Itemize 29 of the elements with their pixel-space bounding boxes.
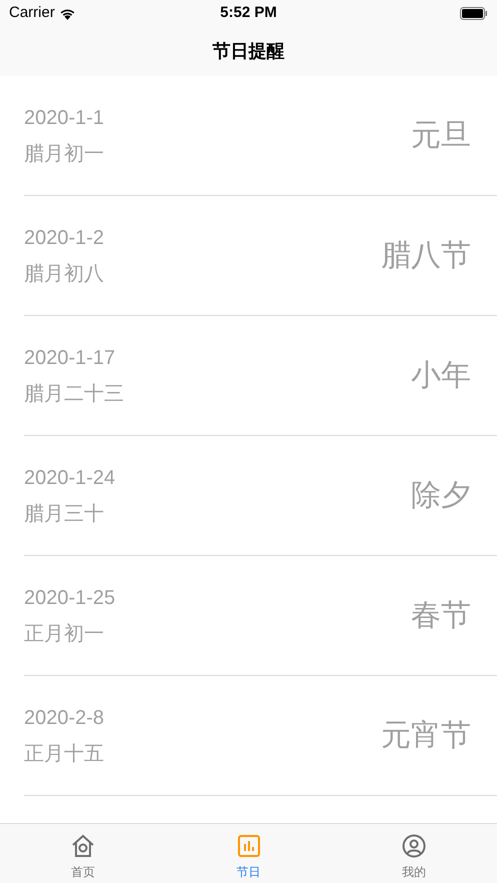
date-text: 2020-1-2 <box>24 226 104 250</box>
lunar-date-text: 腊月二十三 <box>24 382 124 406</box>
lunar-date-text: 正月初一 <box>24 622 105 646</box>
lunar-date-text: 正月十五 <box>24 742 104 766</box>
home-icon <box>70 834 95 858</box>
tab-item[interactable]: 首页 <box>0 824 166 883</box>
holiday-name: 除夕 <box>411 478 471 514</box>
lunar-date-text: 腊月初八 <box>24 262 104 286</box>
lunar-date-text: 腊月初一 <box>24 142 104 166</box>
holiday-name: 腊八节 <box>381 238 471 274</box>
date-text: 2020-1-1 <box>24 106 104 130</box>
lunar-date-text: 腊月三十 <box>24 502 105 526</box>
page-title: 节日提醒 <box>212 40 284 62</box>
tab-item[interactable]: 节日 <box>166 824 332 883</box>
holiday-name: 小年 <box>411 358 471 394</box>
holiday-name: 春节 <box>411 598 471 634</box>
date-text: 2020-1-25 <box>24 586 116 610</box>
battery-icon <box>460 6 488 20</box>
clock-time: 5:52 PM <box>220 2 277 23</box>
date-text: 2020-1-17 <box>24 346 116 370</box>
date-text: 2020-1-24 <box>24 466 116 490</box>
user-icon <box>402 834 426 858</box>
tab-item[interactable]: 我的 <box>331 824 497 883</box>
holiday-name: 元旦 <box>411 118 471 154</box>
holiday-name: 元宵节 <box>381 718 471 754</box>
bar-chart-icon <box>236 834 260 858</box>
carrier-label: Carrier <box>9 2 55 23</box>
wifi-icon <box>58 6 76 20</box>
date-text: 2020-2-8 <box>24 706 104 730</box>
